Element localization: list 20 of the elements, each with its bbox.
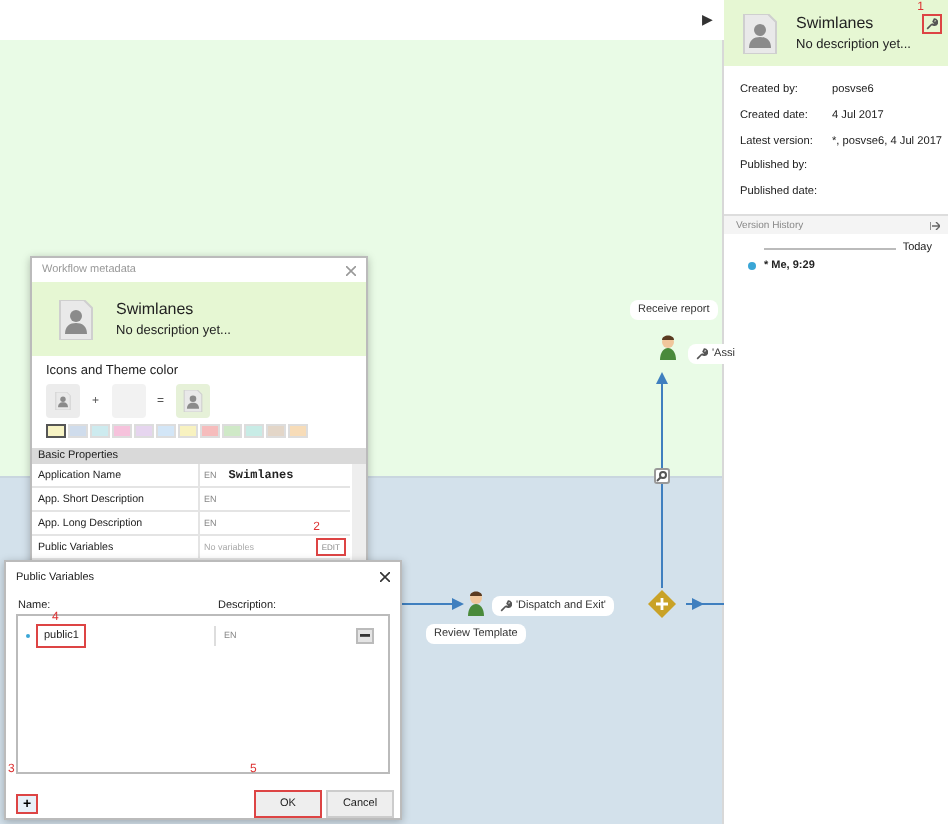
wrench-icon	[926, 18, 938, 30]
app-icon	[740, 13, 780, 53]
app-icon	[56, 299, 96, 339]
wrench-icon	[500, 600, 512, 612]
minus-icon	[360, 633, 370, 638]
remove-button[interactable]	[356, 627, 374, 644]
magnifier-icon	[654, 468, 670, 484]
edit-metadata-button[interactable]	[922, 14, 942, 34]
color-swatch[interactable]	[46, 424, 66, 438]
close-icon[interactable]	[380, 572, 390, 583]
icon-slot[interactable]	[46, 384, 80, 418]
gateway-icon	[648, 590, 676, 618]
app-name: Swimlanes	[116, 300, 196, 318]
collapse-icon[interactable]	[930, 221, 940, 229]
app-icon	[182, 390, 205, 412]
app-name: Swimlanes	[796, 14, 876, 32]
person-icon	[466, 588, 486, 616]
wrench-icon	[696, 348, 708, 360]
person-icon	[658, 332, 678, 360]
person-icon	[54, 392, 72, 410]
